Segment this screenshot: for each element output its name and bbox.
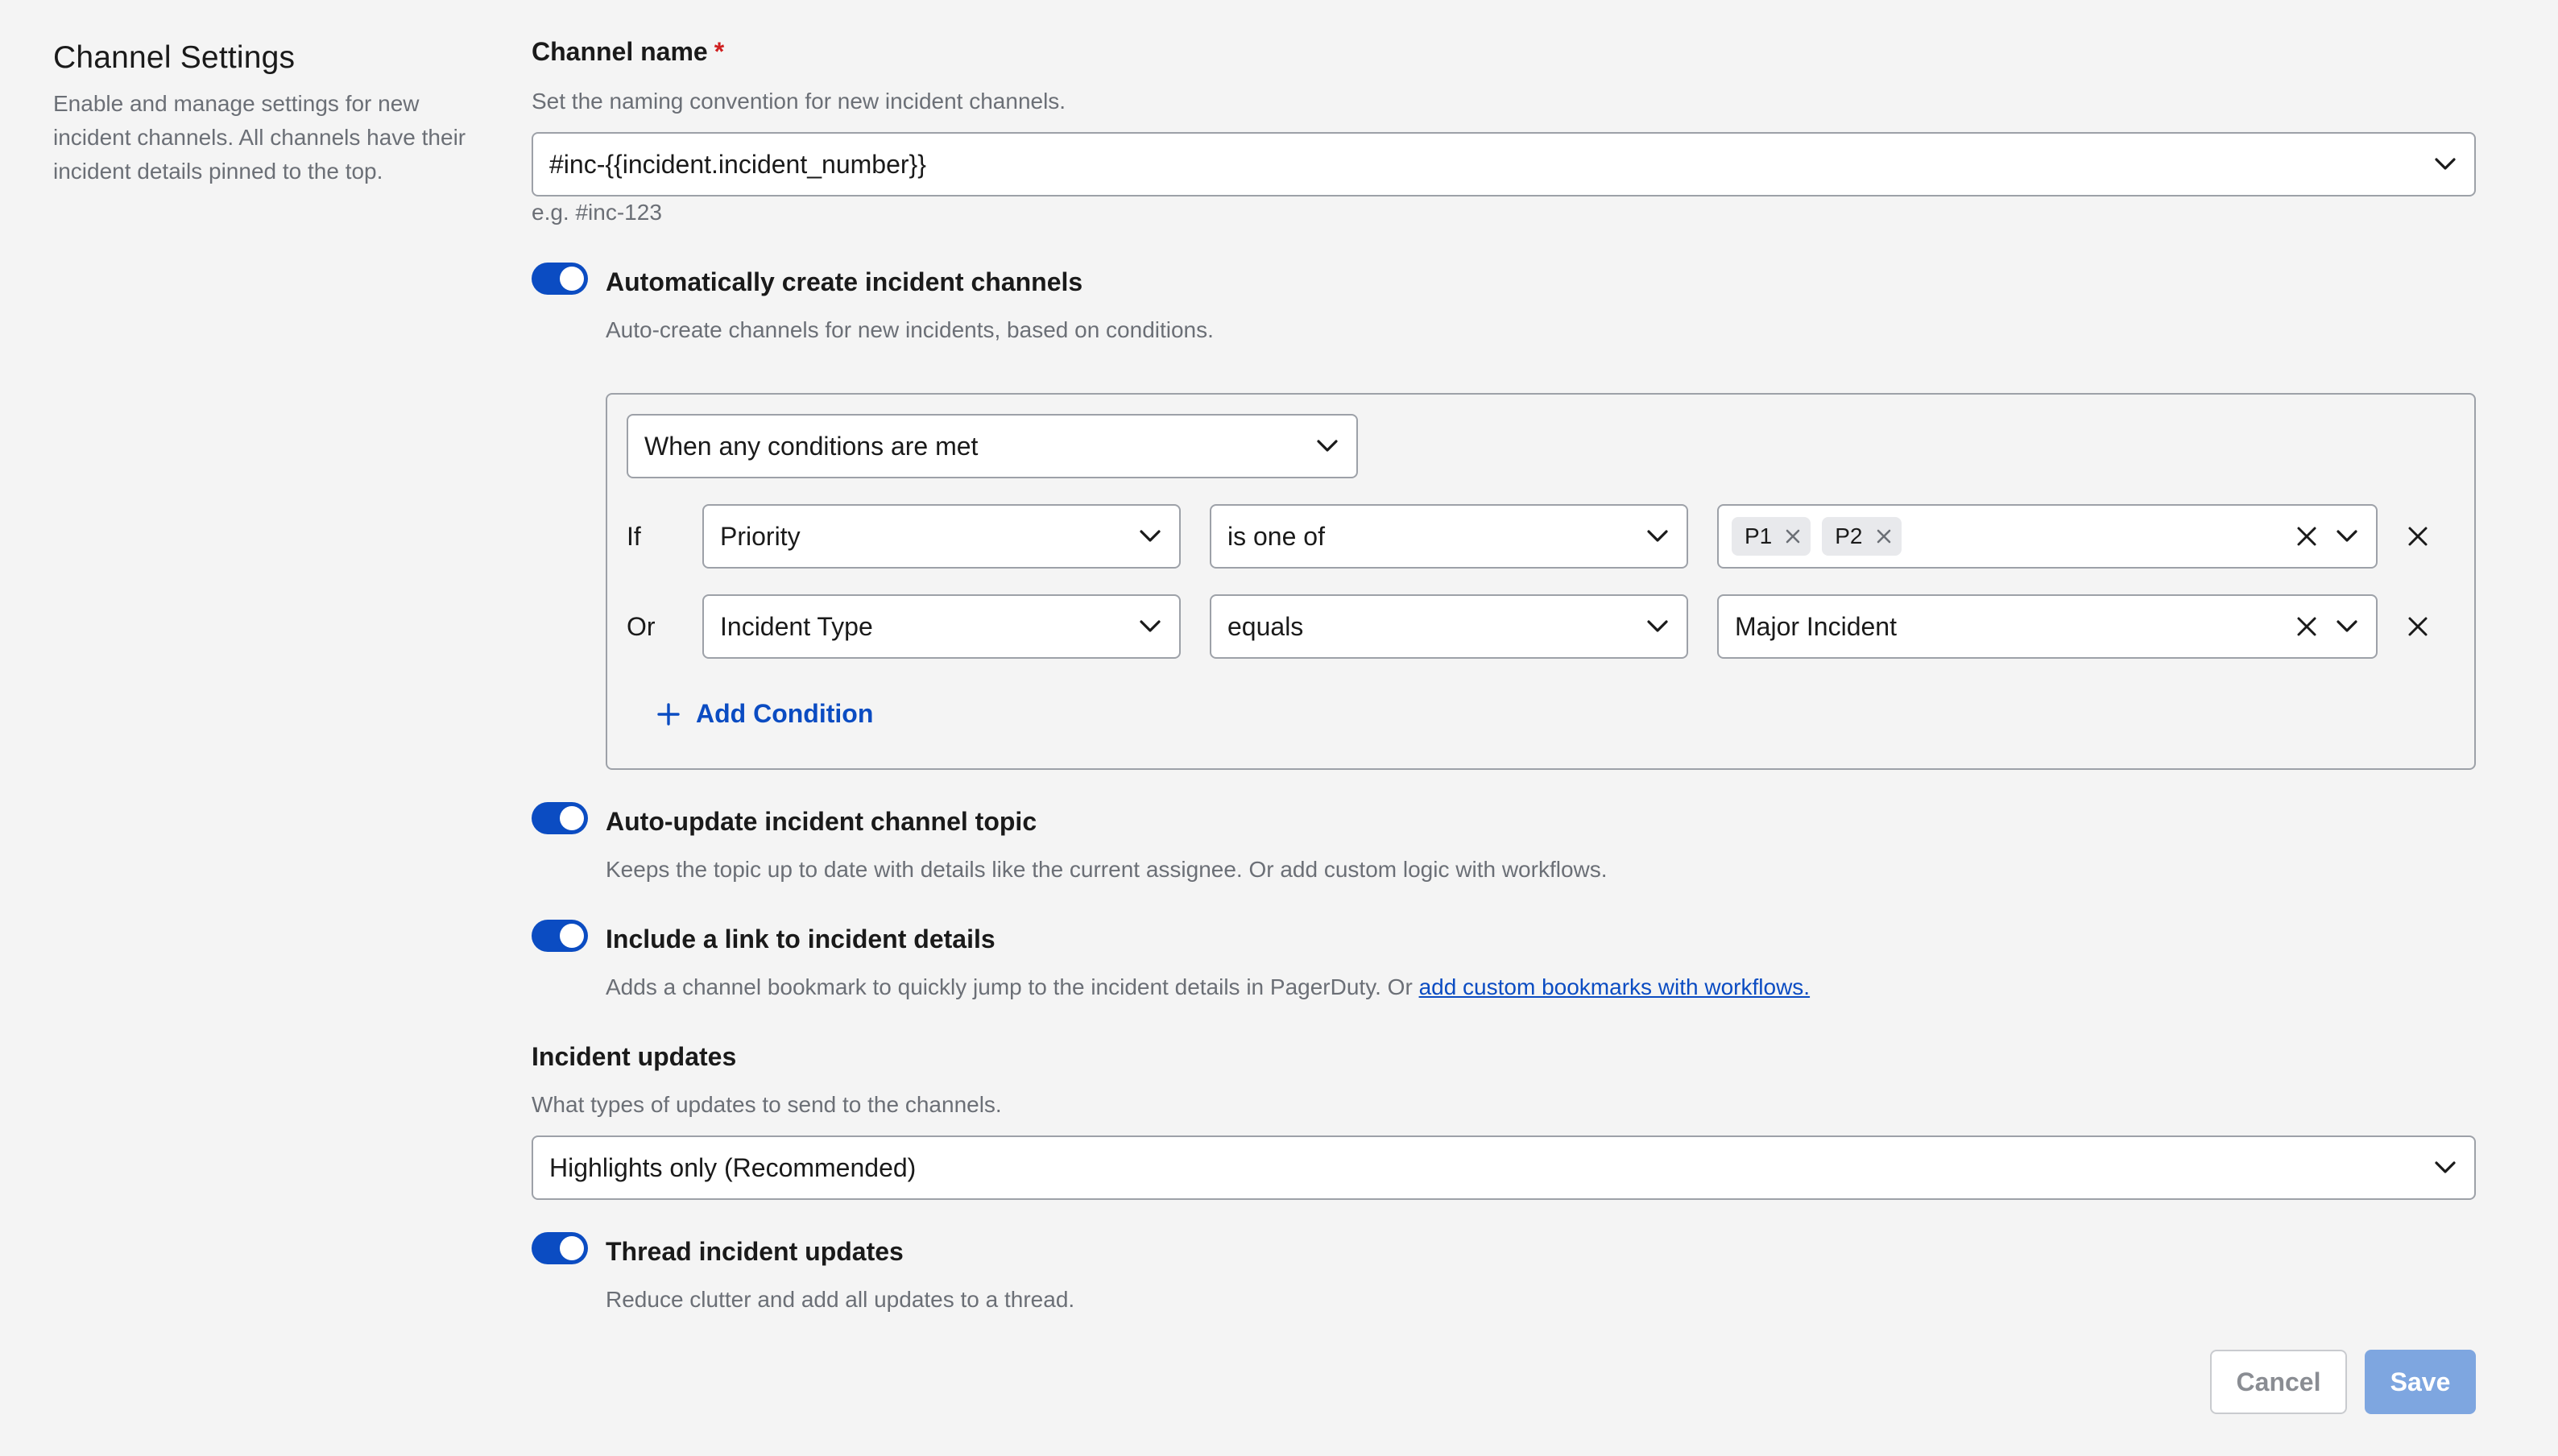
channel-name-example: e.g. #inc-123 (532, 200, 662, 225)
toggle-knob (560, 267, 584, 291)
thread-updates-help: Reduce clutter and add all updates to a … (606, 1287, 1075, 1312)
remove-condition-icon[interactable] (2403, 522, 2432, 551)
channel-name-value: #inc-{{incident.incident_number}} (549, 149, 926, 179)
remove-condition-icon[interactable] (2403, 612, 2432, 641)
chevron-down-icon (2334, 523, 2360, 549)
match-mode-select[interactable]: When any conditions are met (627, 414, 1358, 478)
value-chip: P1 (1732, 517, 1811, 556)
chip-label: P2 (1835, 523, 1863, 548)
settings-sidebar: Channel Settings Enable and manage setti… (53, 40, 472, 188)
condition-operator-select[interactable]: equals (1210, 594, 1688, 659)
chevron-down-icon (1314, 433, 1340, 459)
condition-values-multiselect[interactable]: P1 P2 (1717, 504, 2378, 569)
toggle-knob (560, 1236, 584, 1260)
remove-chip-icon[interactable] (1785, 528, 1801, 544)
auto-topic-toggle[interactable] (532, 802, 588, 834)
include-link-help: Adds a channel bookmark to quickly jump … (606, 974, 1810, 1000)
condition-operator-value: equals (1227, 611, 1304, 641)
chevron-down-icon (2432, 1155, 2458, 1181)
condition-operator-select[interactable]: is one of (1210, 504, 1688, 569)
selected-values: P1 P2 (1732, 517, 2292, 556)
required-marker: * (714, 37, 725, 66)
channel-name-select[interactable]: #inc-{{incident.incident_number}} (532, 132, 2476, 196)
include-link-toggle[interactable] (532, 920, 588, 952)
auto-create-toggle[interactable] (532, 263, 588, 295)
toggle-knob (560, 806, 584, 830)
add-condition-button[interactable]: Add Condition (657, 699, 873, 729)
condition-connector-or: Or (627, 612, 656, 641)
remove-chip-icon[interactable] (1876, 528, 1892, 544)
condition-value: Major Incident (1735, 611, 1897, 641)
chevron-down-icon (2334, 614, 2360, 639)
incident-updates-select[interactable]: Highlights only (Recommended) (532, 1135, 2476, 1200)
chip-label: P1 (1745, 523, 1773, 548)
incident-updates-value: Highlights only (Recommended) (549, 1152, 917, 1182)
condition-field-value: Priority (720, 521, 801, 551)
channel-name-label: Channel name * (532, 37, 724, 67)
custom-bookmarks-link[interactable]: add custom bookmarks with workflows. (1419, 974, 1811, 999)
cancel-button[interactable]: Cancel (2210, 1350, 2347, 1414)
chevron-down-icon (1137, 523, 1163, 549)
conditions-panel: When any conditions are met If Priority … (606, 393, 2476, 770)
condition-field-select[interactable]: Priority (702, 504, 1181, 569)
condition-field-value: Incident Type (720, 611, 873, 641)
include-link-help-text: Adds a channel bookmark to quickly jump … (606, 974, 1413, 999)
include-link-label: Include a link to incident details (606, 924, 995, 953)
auto-topic-label: Auto-update incident channel topic (606, 807, 1037, 836)
condition-value-select[interactable]: Major Incident (1717, 594, 2378, 659)
incident-updates-label: Incident updates (532, 1042, 737, 1071)
incident-updates-help: What types of updates to send to the cha… (532, 1092, 1002, 1117)
clear-icon[interactable] (2292, 612, 2321, 641)
toggle-knob (560, 924, 584, 948)
condition-connector-if: If (627, 522, 641, 551)
value-chip: P2 (1822, 517, 1902, 556)
save-button[interactable]: Save (2365, 1350, 2476, 1414)
chevron-down-icon (2432, 151, 2458, 177)
section-title: Channel Settings (53, 40, 296, 75)
auto-topic-help: Keeps the topic up to date with details … (606, 857, 1608, 882)
add-condition-label: Add Condition (696, 699, 874, 728)
chevron-down-icon (1137, 614, 1163, 639)
clear-icon[interactable] (2292, 522, 2321, 551)
thread-updates-label: Thread incident updates (606, 1237, 904, 1266)
plus-icon (657, 702, 680, 726)
condition-operator-value: is one of (1227, 521, 1325, 551)
channel-name-help: Set the naming convention for new incide… (532, 89, 1066, 114)
chevron-down-icon (1645, 614, 1670, 639)
section-description: Enable and manage settings for new incid… (53, 91, 466, 184)
match-mode-value: When any conditions are met (644, 431, 979, 461)
auto-create-help: Auto-create channels for new incidents, … (606, 317, 1214, 342)
channel-name-label-text: Channel name (532, 37, 708, 66)
condition-field-select[interactable]: Incident Type (702, 594, 1181, 659)
auto-create-label: Automatically create incident channels (606, 267, 1083, 296)
thread-updates-toggle[interactable] (532, 1232, 588, 1264)
chevron-down-icon (1645, 523, 1670, 549)
